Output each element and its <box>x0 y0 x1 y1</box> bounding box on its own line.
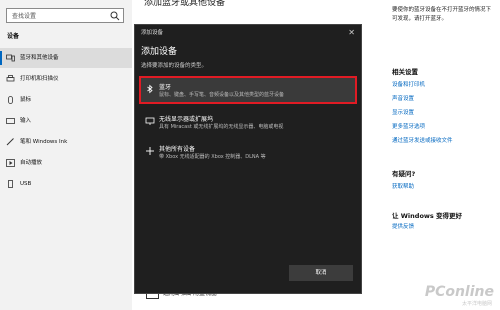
sidebar-item-mouse[interactable]: 鼠标 <box>0 90 132 110</box>
usb-icon <box>8 180 13 188</box>
page-title: 添加蓝牙或其他设备 <box>144 0 226 8</box>
questions-heading: 有疑问? <box>392 170 416 178</box>
sidebar-item-typing[interactable]: 输入 <box>0 111 132 131</box>
bluetooth-devices-icon <box>6 54 15 62</box>
autoplay-icon <box>6 159 15 167</box>
link-send-receive-files[interactable]: 通过蓝牙发送或接收文件 <box>392 136 453 144</box>
sidebar-item-bluetooth[interactable]: 蓝牙和其他设备 <box>0 48 132 68</box>
related-settings-heading: 相关设置 <box>392 68 418 76</box>
sidebar-item-usb[interactable]: USB <box>0 174 132 194</box>
option-description: 带 Xbox 无线适配器的 Xbox 控制器、DLNA 等 <box>159 154 266 160</box>
sidebar-item-pen[interactable]: 笔和 Windows Ink <box>0 132 132 152</box>
feedback-heading: 让 Windows 变得更好 <box>392 212 463 220</box>
search-placeholder: 查找设置 <box>12 13 37 20</box>
search-icon <box>110 11 120 21</box>
close-icon[interactable]: ✕ <box>348 28 355 37</box>
cancel-button[interactable]: 取消 <box>289 265 353 281</box>
link-devices-printers[interactable]: 设备和打印机 <box>392 80 425 88</box>
bluetooth-icon <box>147 84 153 94</box>
option-everything-else[interactable]: 其他所有设备 带 Xbox 无线适配器的 Xbox 控制器、DLNA 等 <box>141 140 355 164</box>
option-name: 无线显示器或扩展坞 <box>159 116 214 123</box>
option-description: 鼠标、键盘、手写笔、音频设备以及其他类型的蓝牙设备 <box>159 92 285 98</box>
keyboard-icon <box>6 118 15 124</box>
option-description: 具有 Miracast 或无线扩展坞的无线显示器、电脑或电视 <box>159 124 284 130</box>
dialog-title: 添加设备 <box>141 47 178 57</box>
dialog-titlebar: 添加设备 <box>141 30 164 36</box>
sidebar-item-label: 鼠标 <box>20 97 32 103</box>
settings-sidebar: 查找设置 设备 蓝牙和其他设备 打印机和扫描仪 鼠标 输入 笔和 Windows… <box>0 0 132 310</box>
option-name: 蓝牙 <box>159 84 172 91</box>
option-wireless-display[interactable]: 无线显示器或扩展坞 具有 Miracast 或无线扩展坞的无线显示器、电脑或电视 <box>141 110 355 134</box>
link-more-bluetooth-options[interactable]: 更多蓝牙选项 <box>392 122 425 130</box>
mouse-icon <box>8 96 13 104</box>
pen-icon <box>6 138 14 146</box>
option-bluetooth[interactable]: 蓝牙 鼠标、键盘、手写笔、音频设备以及其他类型的蓝牙设备 <box>139 76 357 104</box>
give-feedback-link[interactable]: 提供反馈 <box>392 222 414 230</box>
sidebar-item-printers[interactable]: 打印机和扫描仪 <box>0 69 132 89</box>
watermark-logo: PConline <box>424 284 494 300</box>
sidebar-item-label: 蓝牙和其他设备 <box>20 55 59 61</box>
right-panel: 要使你的蓝牙设备在不打开蓝牙的情况下可发现，请打开蓝牙。 相关设置 设备和打印机… <box>388 0 500 310</box>
add-device-dialog: 添加设备 ✕ 添加设备 选择要添加的设备的类型。 蓝牙 鼠标、键盘、手写笔、音频… <box>134 24 362 294</box>
sidebar-item-label: 自动播放 <box>20 160 43 166</box>
bluetooth-intro-text: 要使你的蓝牙设备在不打开蓝牙的情况下可发现，请打开蓝牙。 <box>392 7 492 22</box>
monitor-icon <box>145 117 155 125</box>
link-display-settings[interactable]: 显示设置 <box>392 108 414 116</box>
plus-icon <box>146 147 154 155</box>
watermark-subtitle: 太平洋电脑网 <box>461 301 492 307</box>
option-name: 其他所有设备 <box>159 146 196 153</box>
search-input[interactable]: 查找设置 <box>6 8 124 23</box>
dialog-subtitle: 选择要添加的设备的类型。 <box>141 63 208 69</box>
link-sound-settings[interactable]: 声音设置 <box>392 94 414 102</box>
printer-icon <box>6 75 15 82</box>
sidebar-item-autoplay[interactable]: 自动播放 <box>0 153 132 173</box>
sidebar-item-label: USB <box>20 181 32 187</box>
sidebar-item-label: 笔和 Windows Ink <box>20 139 68 145</box>
sidebar-item-label: 打印机和扫描仪 <box>20 76 59 82</box>
sidebar-item-label: 输入 <box>20 118 32 124</box>
get-help-link[interactable]: 获取帮助 <box>392 182 414 190</box>
sidebar-heading: 设备 <box>7 33 20 40</box>
